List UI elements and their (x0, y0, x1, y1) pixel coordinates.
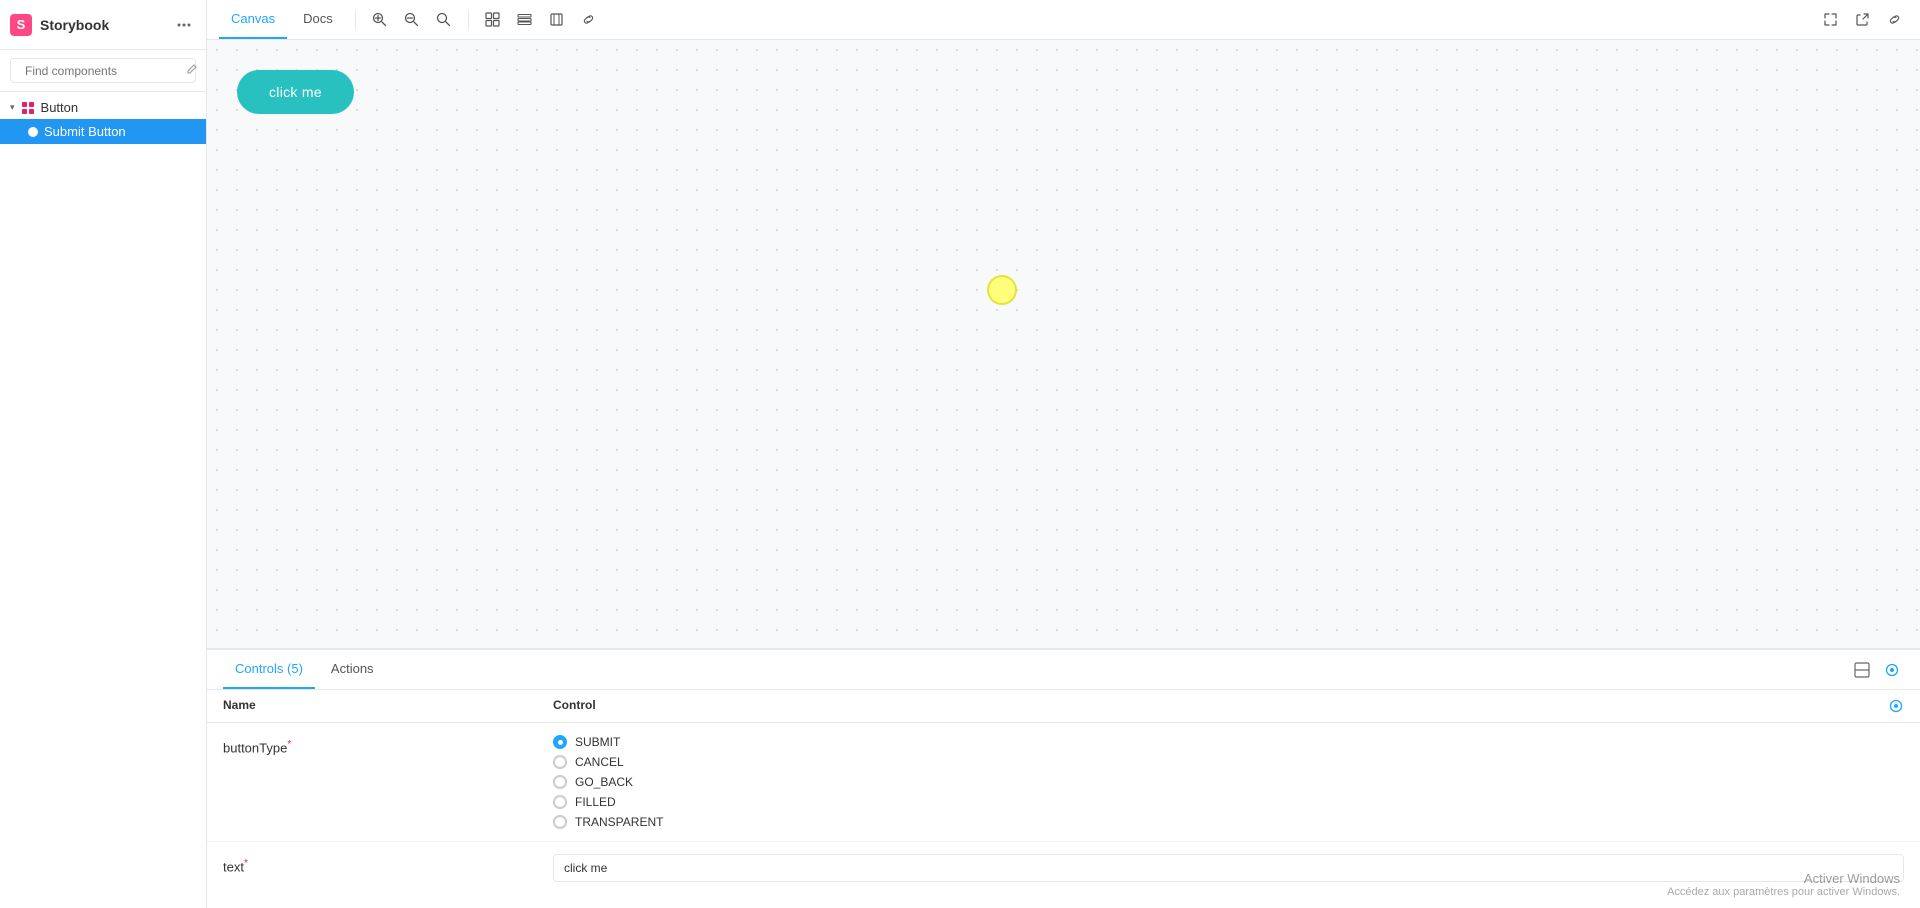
tab-actions[interactable]: Actions (319, 650, 386, 689)
tab-docs[interactable]: Docs (291, 0, 345, 39)
zoom-in-button[interactable] (366, 6, 394, 34)
app: S Storybook (0, 0, 1920, 908)
content-area: Canvas Docs (207, 0, 1920, 908)
radio-label-go-back: GO_BACK (575, 775, 633, 789)
canvas-area: click me (207, 40, 1920, 648)
radio-label-filled: FILLED (575, 795, 616, 809)
search-edit-icon[interactable] (186, 63, 198, 78)
fullscreen-button[interactable] (1816, 6, 1844, 34)
sidebar: S Storybook (0, 0, 207, 908)
radio-label-cancel: CANCEL (575, 755, 624, 769)
nav-group-button: ▾ Button Submit Button (0, 96, 206, 144)
radio-circle-go-back (553, 775, 567, 789)
control-radio-group: SUBMIT CANCEL GO_BACK (553, 723, 1904, 841)
radio-option-transparent[interactable]: TRANSPARENT (553, 815, 1904, 829)
zoom-out-button[interactable] (398, 6, 426, 34)
radio-option-go-back[interactable]: GO_BACK (553, 775, 1904, 789)
storybook-logo: S (10, 14, 32, 36)
sidebar-menu-button[interactable] (172, 13, 196, 37)
column-header-control: Control (553, 698, 596, 714)
radio-circle-cancel (553, 755, 567, 769)
toolbar-divider-2 (468, 10, 469, 30)
panel-tab-icons (1850, 658, 1904, 682)
radio-circle-filled (553, 795, 567, 809)
zoom-reset-button[interactable] (430, 6, 458, 34)
toolbar-right (1816, 6, 1908, 34)
list-view-button[interactable] (511, 6, 539, 34)
preview-button[interactable]: click me (237, 70, 354, 114)
chevron-down-icon: ▾ (10, 102, 15, 113)
link-tool-button[interactable] (575, 6, 603, 34)
control-name-button-type: buttonType* (223, 723, 553, 771)
panel-split-icon[interactable] (1850, 658, 1874, 682)
control-name-text: text* (223, 842, 553, 890)
radio-option-cancel[interactable]: CANCEL (553, 755, 1904, 769)
radio-circle-transparent (553, 815, 567, 829)
toolbar: Canvas Docs (207, 0, 1920, 40)
panel-tabs: Controls (5) Actions (207, 650, 1920, 690)
table-row-text: text* (207, 842, 1920, 894)
search-box[interactable] (10, 58, 196, 83)
radio-label-submit: SUBMIT (575, 735, 620, 749)
radio-label-transparent: TRANSPARENT (575, 815, 663, 829)
tab-canvas[interactable]: Canvas (219, 0, 287, 39)
sidebar-search-area (0, 50, 206, 92)
text-control-input[interactable] (553, 854, 1904, 882)
tab-controls[interactable]: Controls (5) (223, 650, 315, 689)
sidebar-title: Storybook (40, 17, 164, 33)
external-link-button[interactable] (1848, 6, 1876, 34)
nav-group-button-header[interactable]: ▾ Button (0, 96, 206, 119)
copy-link-button[interactable] (1880, 6, 1908, 34)
nav-item-label: Submit Button (44, 124, 126, 139)
main-area: S Storybook (0, 0, 1920, 908)
grid-view-button[interactable] (479, 6, 507, 34)
radio-option-filled[interactable]: FILLED (553, 795, 1904, 809)
radio-group-button-type: SUBMIT CANCEL GO_BACK (553, 735, 1904, 829)
frame-button[interactable] (543, 6, 571, 34)
table-reset-icon[interactable] (1888, 698, 1904, 714)
toolbar-divider (355, 10, 356, 30)
radio-option-submit[interactable]: SUBMIT (553, 735, 1904, 749)
sidebar-header: S Storybook (0, 0, 206, 50)
nav-group-label: Button (41, 100, 79, 115)
table-header: Name Control (207, 690, 1920, 723)
nav-item-submit-button[interactable]: Submit Button (0, 119, 206, 144)
component-grid-icon (21, 101, 35, 115)
search-input[interactable] (25, 64, 180, 78)
sidebar-nav: ▾ Button Submit Button (0, 92, 206, 908)
panel-settings-icon[interactable] (1880, 658, 1904, 682)
radio-circle-submit (553, 735, 567, 749)
nav-item-dot (28, 127, 38, 137)
bottom-panel: Controls (5) Actions (207, 648, 1920, 908)
cursor-indicator (987, 275, 1017, 305)
control-text-input-area (553, 842, 1904, 894)
controls-table: Name Control buttonType* (207, 690, 1920, 908)
column-header-name: Name (223, 698, 553, 714)
table-row-button-type: buttonType* SUBMIT CANCEL (207, 723, 1920, 842)
